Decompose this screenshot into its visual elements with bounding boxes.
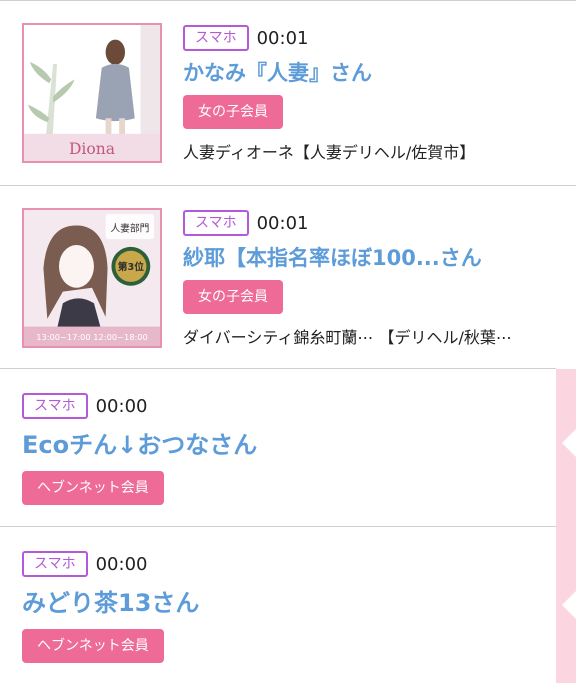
- notch-icon: [562, 591, 576, 619]
- entry-info: スマホ 00:01 紗耶【本指名率ほぼ100...さん 女の子会員 ダイバーシテ…: [183, 210, 512, 348]
- entry-meta: スマホ 00:00: [22, 551, 199, 577]
- user-name-link[interactable]: Ecoチん↓おつなさん: [22, 429, 257, 461]
- user-name-link[interactable]: かなみ『人妻』さん: [183, 59, 475, 87]
- user-name-link[interactable]: 紗耶【本指名率ほぼ100...さん: [183, 244, 512, 272]
- access-time: 00:00: [95, 395, 148, 417]
- list-item[interactable]: スマホ 00:00 Ecoチん↓おつなさん ヘブンネット会員: [0, 368, 556, 526]
- entry-info: スマホ 00:01 かなみ『人妻』さん 女の子会員 人妻ディオーネ【人妻デリヘル…: [183, 25, 475, 163]
- list-item[interactable]: 人妻部門 第3位 13:00~17:00 12:00~18:00 スマホ 00:…: [0, 185, 576, 368]
- entry-meta: スマホ 00:01: [183, 25, 475, 51]
- access-time: 00:01: [256, 27, 309, 49]
- device-tag: スマホ: [183, 25, 249, 51]
- notch-icon: [562, 429, 576, 457]
- entry-info: スマホ 00:00 みどり茶13さん ヘブンネット会員: [22, 551, 199, 663]
- profile-thumbnail[interactable]: Diona: [22, 23, 162, 163]
- shop-name-link[interactable]: 人妻ディオーネ【人妻デリヘル/佐賀市】: [183, 139, 475, 163]
- svg-text:第3位: 第3位: [118, 260, 144, 273]
- photo-image: 人妻部門 第3位 13:00~17:00 12:00~18:00: [24, 210, 160, 346]
- entry-meta: スマホ 00:01: [183, 210, 512, 236]
- entry-info: スマホ 00:00 Ecoチん↓おつなさん ヘブンネット会員: [22, 393, 257, 505]
- svg-text:人妻部門: 人妻部門: [110, 221, 149, 234]
- member-badge: 女の子会員: [183, 280, 283, 314]
- member-badge: ヘブンネット会員: [22, 629, 164, 663]
- profile-thumbnail[interactable]: 人妻部門 第3位 13:00~17:00 12:00~18:00: [22, 208, 162, 348]
- member-badge: 女の子会員: [183, 95, 283, 129]
- device-tag: スマホ: [22, 551, 88, 577]
- device-tag: スマホ: [22, 393, 88, 419]
- svg-text:13:00~17:00 12:00~18:00: 13:00~17:00 12:00~18:00: [36, 332, 148, 342]
- side-decoration: [556, 369, 576, 683]
- list-item[interactable]: Diona スマホ 00:01 かなみ『人妻』さん 女の子会員 人妻ディオーネ【…: [0, 0, 576, 185]
- svg-text:Diona: Diona: [69, 140, 115, 158]
- access-time: 00:00: [95, 553, 148, 575]
- access-list: Diona スマホ 00:01 かなみ『人妻』さん 女の子会員 人妻ディオーネ【…: [0, 0, 576, 683]
- access-time: 00:01: [256, 212, 309, 234]
- entry-meta: スマホ 00:00: [22, 393, 257, 419]
- shop-name-link[interactable]: ダイバーシティ錦糸町蘭⋯ 【デリヘル/秋葉⋯: [183, 324, 512, 348]
- photo-image: Diona: [24, 25, 160, 161]
- member-badge: ヘブンネット会員: [22, 471, 164, 505]
- user-name-link[interactable]: みどり茶13さん: [22, 587, 199, 619]
- list-item[interactable]: スマホ 00:00 みどり茶13さん ヘブンネット会員: [0, 526, 556, 683]
- device-tag: スマホ: [183, 210, 249, 236]
